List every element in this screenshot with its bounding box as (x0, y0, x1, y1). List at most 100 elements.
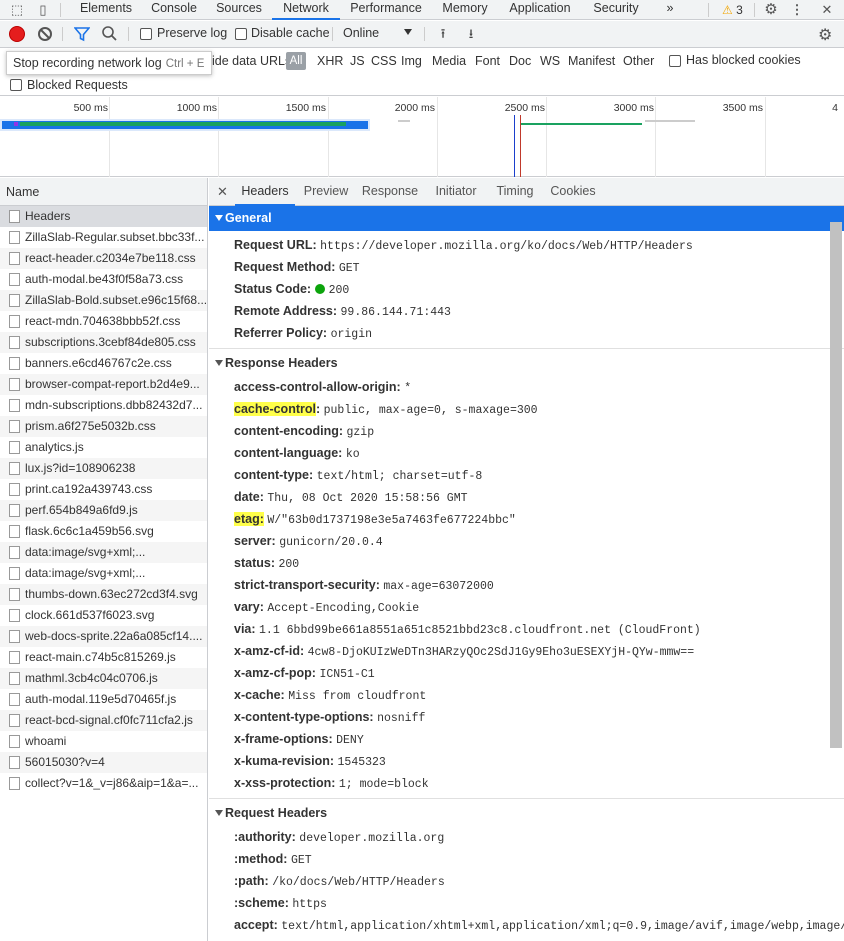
more-tabs-button[interactable]: » (660, 0, 680, 20)
tab-application[interactable]: Application (502, 0, 578, 20)
filter-ws[interactable]: WS (540, 54, 560, 68)
tab-timing[interactable]: Timing (491, 178, 539, 206)
request-name: banners.e6cd46767c2e.css (25, 356, 172, 370)
timeline-overview[interactable]: 500 ms 1000 ms 1500 ms 2000 ms 2500 ms 3… (0, 97, 844, 177)
import-har-icon[interactable]: ⭱ (436, 26, 450, 41)
request-row[interactable]: print.ca192a439743.css (0, 479, 207, 500)
request-row[interactable]: mathml.3cb4c04c0706.js (0, 668, 207, 689)
request-row[interactable]: subscriptions.3cebf84de805.css (0, 332, 207, 353)
request-row[interactable]: mdn-subscriptions.dbb82432d7... (0, 395, 207, 416)
request-bar (645, 120, 695, 122)
tab-security[interactable]: Security (586, 0, 646, 20)
request-row[interactable]: browser-compat-report.b2d4e9... (0, 374, 207, 395)
header-value: ICN51-C1 (319, 668, 375, 681)
request-row[interactable]: collect?v=1&_v=j86&aip=1&a=... (0, 773, 207, 794)
request-row[interactable]: whoami (0, 731, 207, 752)
device-toolbar-icon[interactable]: ▯ (34, 1, 52, 19)
scrollbar[interactable] (830, 222, 842, 748)
request-name: react-bcd-signal.cf0fc711cfa2.js (25, 713, 193, 727)
tick-line (218, 97, 219, 177)
disable-cache-checkbox[interactable] (235, 28, 247, 40)
request-row[interactable]: ZillaSlab-Bold.subset.e96c15f68... (0, 290, 207, 311)
request-row[interactable]: lux.js?id=108906238 (0, 458, 207, 479)
request-row[interactable]: react-mdn.704638bbb52f.css (0, 311, 207, 332)
filter-all-button[interactable]: All (286, 52, 306, 70)
tab-sources[interactable]: Sources (208, 0, 270, 20)
filter-xhr[interactable]: XHR (317, 54, 343, 68)
more-menu-icon[interactable]: ⋮ (788, 1, 806, 19)
name-column-header[interactable]: Name (0, 178, 207, 206)
request-name: auth-modal.119e5d70465f.js (25, 692, 177, 706)
request-row[interactable]: data:image/svg+xml;... (0, 542, 207, 563)
request-row[interactable]: 56015030?v=4 (0, 752, 207, 773)
tab-headers[interactable]: Headers (235, 178, 295, 206)
request-headers-header[interactable]: Request Headers (209, 801, 844, 826)
tick-label: 1000 ms (176, 102, 217, 114)
hide-data-urls-label[interactable]: ide data URLs (212, 54, 291, 68)
tab-memory[interactable]: Memory (434, 0, 496, 20)
filter-manifest[interactable]: Manifest (568, 54, 615, 68)
tab-elements[interactable]: Elements (68, 0, 144, 20)
file-icon (9, 567, 20, 580)
request-row[interactable]: ZillaSlab-Regular.subset.bbc33f... (0, 227, 207, 248)
request-row[interactable]: perf.654b849a6fd9.js (0, 500, 207, 521)
tab-cookies[interactable]: Cookies (545, 178, 601, 206)
warnings-counter[interactable]: ⚠ 3 (722, 1, 743, 19)
request-row[interactable]: auth-modal.119e5d70465f.js (0, 689, 207, 710)
request-row[interactable]: data:image/svg+xml;... (0, 563, 207, 584)
request-row[interactable]: prism.a6f275e5032b.css (0, 416, 207, 437)
export-har-icon[interactable]: ⭳ (464, 26, 478, 41)
search-icon[interactable] (101, 25, 118, 42)
filter-icon[interactable] (74, 26, 90, 42)
file-icon (9, 357, 20, 370)
filter-other[interactable]: Other (623, 54, 654, 68)
tab-response[interactable]: Response (359, 178, 421, 206)
close-icon[interactable]: ✕ (217, 184, 228, 200)
tab-preview[interactable]: Preview (299, 178, 353, 206)
filter-js[interactable]: JS (350, 54, 365, 68)
divider (332, 27, 333, 41)
inspect-element-icon[interactable]: ⬚ (8, 1, 26, 19)
filter-media[interactable]: Media (432, 54, 466, 68)
response-headers-header[interactable]: Response Headers (209, 351, 844, 376)
devtools-tab-bar: ⬚ ▯ Elements Console Sources Network Per… (0, 0, 844, 20)
request-row[interactable]: clock.661d537f6023.svg (0, 605, 207, 626)
filter-img[interactable]: Img (401, 54, 422, 68)
request-row[interactable]: thumbs-down.63ec272cd3f4.svg (0, 584, 207, 605)
request-row[interactable]: banners.e6cd46767c2e.css (0, 353, 207, 374)
clear-log-icon[interactable] (38, 27, 52, 41)
request-row[interactable]: flask.6c6c1a459b56.svg (0, 521, 207, 542)
request-row[interactable]: react-main.c74b5c815269.js (0, 647, 207, 668)
file-icon (9, 252, 20, 265)
header-row: Request URL: https://developer.mozilla.o… (209, 234, 844, 256)
divider (60, 3, 61, 17)
request-row[interactable]: analytics.js (0, 437, 207, 458)
header-row: x-frame-options: DENY (209, 728, 844, 750)
header-key: accept: (234, 918, 278, 932)
tab-initiator[interactable]: Initiator (429, 178, 483, 206)
file-icon (9, 294, 20, 307)
general-section-header[interactable]: General (209, 206, 844, 231)
throttling-select[interactable]: Online (343, 26, 379, 40)
preserve-log-checkbox[interactable] (140, 28, 152, 40)
request-row[interactable]: Headers (0, 206, 207, 227)
request-row[interactable]: react-header.c2034e7be118.css (0, 248, 207, 269)
close-devtools-icon[interactable]: ✕ (818, 1, 836, 19)
header-key: x-xss-protection: (234, 776, 336, 790)
request-row[interactable]: react-bcd-signal.cf0fc711cfa2.js (0, 710, 207, 731)
filter-css[interactable]: CSS (371, 54, 397, 68)
filter-doc[interactable]: Doc (509, 54, 531, 68)
has-blocked-cookies-label: Has blocked cookies (686, 53, 801, 67)
request-row[interactable]: web-docs-sprite.22a6a085cf14.... (0, 626, 207, 647)
record-button[interactable] (10, 27, 24, 41)
blocked-requests-checkbox[interactable] (10, 79, 22, 91)
tab-network[interactable]: Network (272, 0, 340, 20)
has-blocked-cookies-checkbox[interactable] (669, 55, 681, 67)
request-row[interactable]: auth-modal.be43f0f58a73.css (0, 269, 207, 290)
settings-gear-icon[interactable]: ⚙ (762, 1, 780, 19)
filter-font[interactable]: Font (475, 54, 500, 68)
network-settings-gear-icon[interactable]: ⚙ (818, 25, 832, 45)
tab-console[interactable]: Console (144, 0, 204, 20)
request-bar (520, 123, 642, 125)
tab-performance[interactable]: Performance (344, 0, 428, 20)
